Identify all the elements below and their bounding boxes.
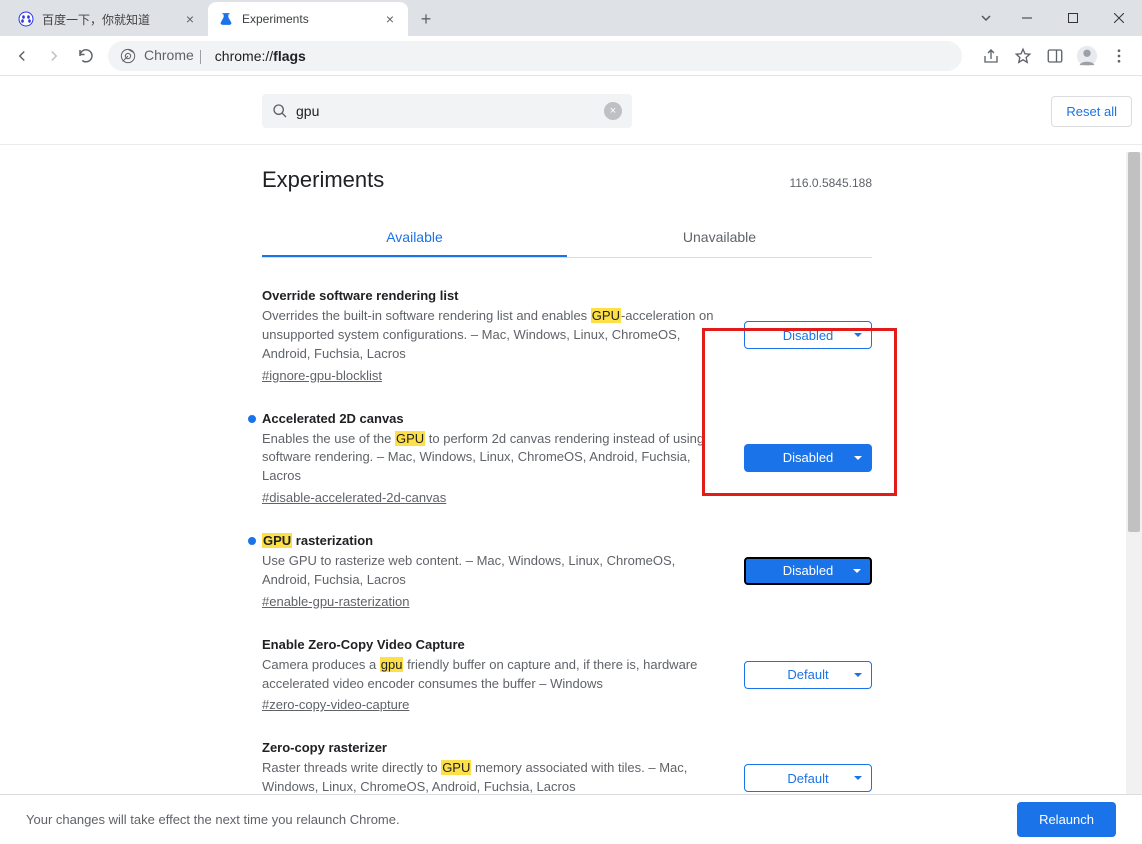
browser-tabs: 百度一下，你就知道 × Experiments × + (8, 0, 440, 36)
flag-link[interactable]: #disable-accelerated-2d-canvas (262, 490, 446, 505)
back-button[interactable] (8, 42, 36, 70)
chevron-down-icon (853, 773, 863, 783)
page-header: Experiments 116.0.5845.188 (262, 167, 872, 193)
bookmark-star-icon[interactable] (1008, 41, 1038, 71)
search-icon (272, 103, 288, 119)
flag-row: Accelerated 2D canvas Enables the use of… (262, 397, 872, 520)
window-controls (968, 0, 1142, 36)
flag-select[interactable]: Default (744, 661, 872, 689)
modified-bullet-icon (248, 415, 256, 423)
flag-link[interactable]: #ignore-gpu-blocklist (262, 368, 382, 383)
scrollbar[interactable] (1126, 152, 1142, 844)
reload-button[interactable] (72, 42, 100, 70)
flag-link[interactable]: #zero-copy-video-capture (262, 697, 409, 712)
chrome-site-icon (120, 48, 136, 64)
flag-row: Enable Zero-Copy Video Capture Camera pr… (262, 623, 872, 727)
chevron-down-icon (853, 453, 863, 463)
tab-available[interactable]: Available (262, 219, 567, 257)
flag-desc: Enables the use of the GPU to perform 2d… (262, 430, 724, 487)
new-tab-button[interactable]: + (412, 5, 440, 33)
tab-title: Experiments (242, 12, 374, 26)
flag-title: GPU rasterization (262, 533, 724, 548)
close-icon[interactable]: × (182, 11, 198, 27)
flag-tabs: Available Unavailable (262, 219, 872, 258)
share-icon[interactable] (976, 41, 1006, 71)
browser-tab-baidu[interactable]: 百度一下，你就知道 × (8, 2, 208, 36)
search-input[interactable] (296, 103, 596, 119)
flag-desc: Use GPU to rasterize web content. – Mac,… (262, 552, 724, 590)
flags-search-box[interactable]: × (262, 94, 632, 128)
flag-desc: Raster threads write directly to GPU mem… (262, 759, 724, 797)
relaunch-bar: Your changes will take effect the next t… (0, 794, 1142, 844)
flag-title: Enable Zero-Copy Video Capture (262, 637, 724, 652)
flag-desc: Camera produces a gpu friendly buffer on… (262, 656, 724, 694)
chevron-down-icon (853, 330, 863, 340)
flag-title: Accelerated 2D canvas (262, 411, 724, 426)
window-maximize-button[interactable] (1050, 3, 1096, 33)
scrollbar-thumb[interactable] (1128, 152, 1140, 532)
tab-title: 百度一下，你就知道 (42, 11, 174, 28)
flag-select[interactable]: Default (744, 764, 872, 792)
relaunch-message: Your changes will take effect the next t… (26, 812, 400, 827)
browser-toolbar: Chrome chrome://flags (0, 36, 1142, 76)
url-chip: Chrome (144, 47, 207, 63)
chevron-down-icon (853, 670, 863, 680)
page-title: Experiments (262, 167, 384, 193)
menu-dots-icon[interactable] (1104, 41, 1134, 71)
flag-select[interactable]: Disabled (744, 321, 872, 349)
relaunch-button[interactable]: Relaunch (1017, 802, 1116, 837)
baidu-favicon-icon (18, 11, 34, 27)
close-icon[interactable]: × (382, 11, 398, 27)
chrome-version: 116.0.5845.188 (789, 176, 872, 190)
flag-title: Zero-copy rasterizer (262, 740, 724, 755)
flag-title: Override software rendering list (262, 288, 724, 303)
flags-list: Override software rendering list Overrid… (262, 274, 872, 844)
clear-search-icon[interactable]: × (604, 102, 622, 120)
flag-row: Override software rendering list Overrid… (262, 274, 872, 397)
window-minimize-button[interactable] (1004, 3, 1050, 33)
window-titlebar: 百度一下，你就知道 × Experiments × + (0, 0, 1142, 36)
side-panel-icon[interactable] (1040, 41, 1070, 71)
forward-button[interactable] (40, 42, 68, 70)
page-viewport: × Reset all Experiments 116.0.5845.188 A… (0, 76, 1142, 844)
browser-tab-experiments[interactable]: Experiments × (208, 2, 408, 36)
address-bar[interactable]: Chrome chrome://flags (108, 41, 962, 71)
flag-desc: Overrides the built-in software renderin… (262, 307, 724, 364)
window-close-button[interactable] (1096, 3, 1142, 33)
tab-unavailable[interactable]: Unavailable (567, 219, 872, 257)
reset-all-button[interactable]: Reset all (1051, 96, 1132, 127)
flag-select[interactable]: Disabled (744, 557, 872, 585)
chevron-down-icon (852, 566, 862, 576)
search-row: × Reset all (0, 76, 1142, 145)
url-text: chrome://flags (215, 48, 306, 64)
flag-select[interactable]: Disabled (744, 444, 872, 472)
profile-avatar-icon[interactable] (1072, 41, 1102, 71)
chevron-down-icon[interactable] (968, 3, 1004, 33)
modified-bullet-icon (248, 537, 256, 545)
flag-row: GPU rasterization Use GPU to rasterize w… (262, 519, 872, 623)
flask-favicon-icon (218, 11, 234, 27)
flag-link[interactable]: #enable-gpu-rasterization (262, 594, 409, 609)
